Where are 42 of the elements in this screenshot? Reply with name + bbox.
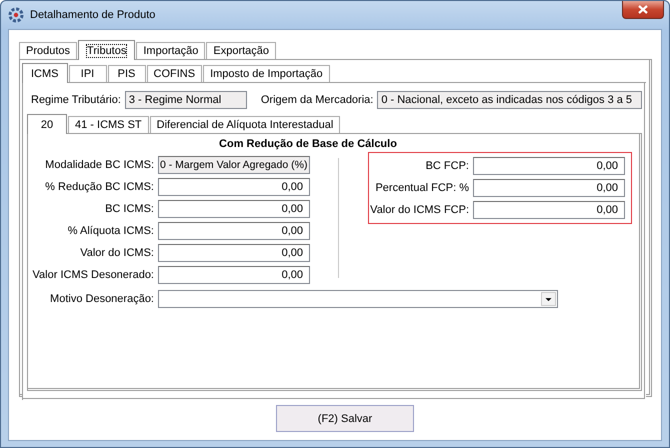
field-label: Valor do ICMS: (79, 247, 154, 259)
tab[interactable]: Tributos (78, 40, 136, 60)
field-label: BC ICMS: (104, 203, 154, 215)
tab[interactable]: Diferencial de Alíquota Interestadual (150, 116, 340, 133)
field-label: Modalidade BC ICMS: (44, 159, 154, 171)
input-field[interactable]: 0,00 (473, 179, 625, 197)
gear-icon (8, 7, 24, 23)
input-field[interactable]: 0,00 (158, 244, 310, 262)
tab[interactable]: IPI (68, 65, 106, 82)
tab[interactable]: Produtos (19, 42, 78, 59)
input-field[interactable]: 0 - Nacional, exceto as indicadas nos códigos 3 a 5 (377, 91, 642, 109)
tab[interactable]: Exportação (206, 42, 276, 59)
field-label: Valor ICMS Desonerado: (32, 269, 154, 281)
input-field[interactable]: 0,00 (158, 222, 310, 240)
field-label: Valor do ICMS FCP: (369, 204, 469, 216)
field-label: % Redução BC ICMS: (44, 181, 154, 193)
input-field[interactable]: 0,00 (158, 200, 310, 218)
input-field[interactable]: 0,00 (473, 201, 625, 219)
save-button[interactable]: (F2) Salvar (276, 405, 414, 432)
field-label: Origem da Mercadoria: (260, 94, 374, 106)
field-label: Motivo Desoneração: (49, 293, 154, 305)
input-field[interactable]: 0 - Margem Valor Agregado (%) (158, 156, 310, 174)
section-title: Com Redução de Base de Cálculo (218, 138, 398, 152)
field-label: Regime Tributário: (31, 94, 121, 106)
input-field[interactable]: 3 - Regime Normal (124, 91, 247, 109)
tab[interactable]: Importação (136, 42, 206, 59)
tab[interactable]: PIS (108, 65, 146, 82)
tab[interactable]: 41 - ICMS ST (68, 116, 149, 133)
field-label: BC FCP: (424, 160, 469, 172)
close-icon[interactable] (638, 5, 648, 14)
input-field[interactable]: 0,00 (158, 266, 310, 284)
tab[interactable]: ICMS (22, 63, 68, 83)
field-label: % Alíquota ICMS: (66, 225, 154, 237)
tab[interactable]: COFINS (146, 65, 202, 82)
input-field[interactable]: 0,00 (158, 178, 310, 196)
window-title: Detalhamento de Produto (30, 9, 156, 21)
input-field[interactable]: 0,00 (473, 157, 625, 175)
close-button[interactable] (622, 1, 664, 19)
tab[interactable]: Imposto de Importação (203, 65, 330, 82)
field-label: Percentual FCP: % (374, 182, 469, 194)
dropdown-field[interactable] (158, 290, 558, 308)
tab[interactable]: 20 (27, 114, 67, 134)
